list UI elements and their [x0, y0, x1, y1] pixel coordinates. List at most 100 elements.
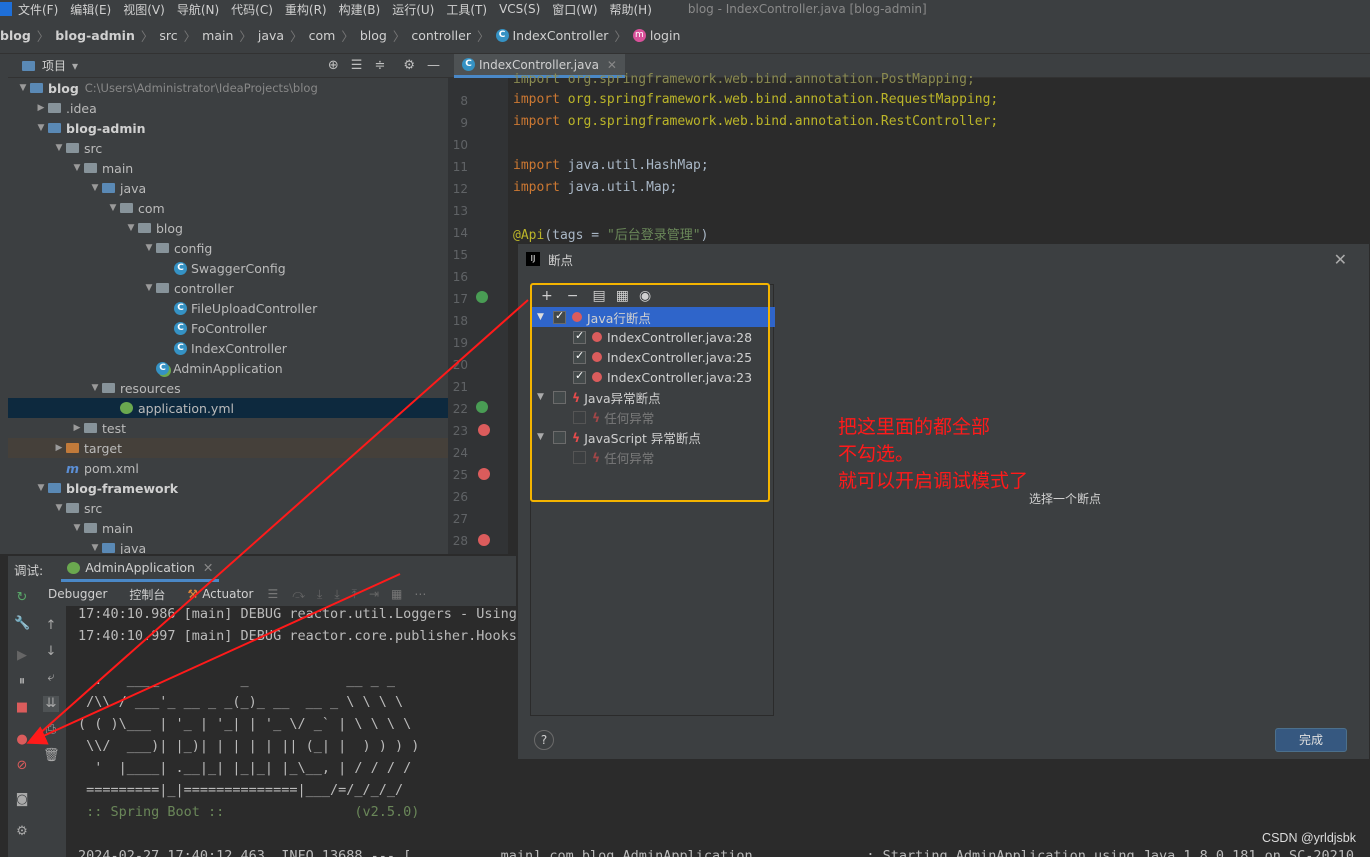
help-button[interactable]: ?: [534, 730, 554, 750]
breakpoint-group-java-line[interactable]: ▼Java行断点: [531, 307, 775, 327]
menu-vcs[interactable]: VCS(S): [499, 2, 540, 16]
tab-console[interactable]: 控制台: [129, 586, 165, 603]
tree-item[interactable]: ▼ main: [8, 518, 448, 538]
breakpoint-item[interactable]: ϟ 任何异常: [531, 407, 775, 427]
rerun-icon[interactable]: ↻: [14, 590, 30, 606]
tree-item[interactable]: ▼ blog-framework: [8, 478, 448, 498]
menu-view[interactable]: 视图(V): [123, 1, 165, 18]
debug-run-tab[interactable]: AdminApplication ✕: [61, 556, 220, 582]
trace-icon[interactable]: ⋯: [414, 587, 426, 601]
done-button[interactable]: 完成: [1275, 728, 1347, 752]
spring-bean-icon[interactable]: [476, 401, 488, 413]
breakpoint-icon[interactable]: [478, 468, 490, 480]
stop-icon[interactable]: ■: [14, 700, 30, 716]
arrow-down-icon[interactable]: ↓: [43, 644, 59, 660]
step-into-icon[interactable]: ⤓: [317, 587, 322, 602]
tree-item[interactable]: m pom.xml: [8, 458, 448, 478]
tree-item[interactable]: C FileUploadController: [8, 298, 448, 318]
menu-build[interactable]: 构建(B): [339, 1, 381, 18]
tab-actuator[interactable]: Actuator: [202, 587, 253, 601]
print-icon[interactable]: ⎙: [43, 722, 59, 738]
checkbox[interactable]: [573, 410, 586, 424]
menu-navigate[interactable]: 导航(N): [177, 1, 219, 18]
breadcrumb-class[interactable]: C IndexController: [495, 28, 608, 43]
tree-item[interactable]: ▼ java: [8, 538, 448, 555]
tree-item[interactable]: C IndexController: [8, 338, 448, 358]
checkbox[interactable]: [553, 430, 566, 444]
breadcrumb-item[interactable]: main: [202, 28, 233, 43]
breadcrumb-item[interactable]: src: [159, 28, 177, 43]
breadcrumb-item[interactable]: blog-admin: [55, 28, 135, 43]
gear-icon[interactable]: ⚙: [14, 824, 30, 840]
camera-icon[interactable]: ◙: [14, 792, 30, 808]
force-step-into-icon[interactable]: ⤓: [334, 587, 339, 602]
tree-item[interactable]: ▼ blog: [8, 218, 448, 238]
tree-item[interactable]: C AdminApplication: [8, 358, 448, 378]
checkbox[interactable]: [553, 309, 566, 324]
tree-item[interactable]: ▼ java: [8, 178, 448, 198]
close-icon[interactable]: ✕: [607, 58, 617, 72]
tree-item[interactable]: ▼ main: [8, 158, 448, 178]
tree-item-blog[interactable]: ▼ blog C:\Users\Administrator\IdeaProjects…: [8, 78, 448, 98]
locate-icon[interactable]: ⊕: [328, 58, 339, 73]
breakpoint-item[interactable]: IndexController.java:28: [531, 327, 775, 347]
menu-file[interactable]: 文件(F): [18, 1, 58, 18]
tree-item[interactable]: ▶ test: [8, 418, 448, 438]
trash-icon[interactable]: 🗑: [43, 748, 60, 764]
breadcrumb-item[interactable]: blog: [360, 28, 387, 43]
menu-run[interactable]: 运行(U): [392, 1, 434, 18]
mute-breakpoints-icon[interactable]: ⊘: [14, 758, 30, 774]
wrench-icon[interactable]: 🔧: [14, 616, 30, 632]
tree-item[interactable]: ▼ com: [8, 198, 448, 218]
breakpoint-icon[interactable]: [478, 424, 490, 436]
checkbox[interactable]: [573, 450, 586, 464]
breakpoint-icon[interactable]: [478, 534, 490, 546]
project-panel-title[interactable]: 项目: [42, 57, 66, 74]
breadcrumb-method[interactable]: m login: [632, 28, 680, 43]
menu-help[interactable]: 帮助(H): [610, 1, 652, 18]
menu-icon[interactable]: ☰: [267, 587, 278, 601]
breakpoint-group-js-exception[interactable]: ▼ ϟ JavaScript 异常断点: [531, 427, 775, 447]
group-by-file-icon[interactable]: ▦: [616, 288, 629, 304]
menu-refactor[interactable]: 重构(R): [285, 1, 327, 18]
run-to-cursor-icon[interactable]: ⇥: [369, 587, 379, 601]
minimize-icon[interactable]: —: [427, 58, 440, 73]
collapse-all-icon[interactable]: ≑: [374, 58, 385, 73]
tree-item[interactable]: ▼ src: [8, 138, 448, 158]
menu-tools[interactable]: 工具(T): [446, 1, 487, 18]
tree-item[interactable]: ▼ blog-admin: [8, 118, 448, 138]
close-icon[interactable]: ✕: [203, 560, 213, 575]
step-out-icon[interactable]: ⤒: [352, 587, 357, 602]
table-icon[interactable]: ▦: [391, 587, 402, 601]
gear-icon[interactable]: ⚙: [403, 58, 415, 73]
breadcrumb-item[interactable]: blog: [0, 28, 31, 43]
tree-item[interactable]: ▼ config: [8, 238, 448, 258]
expand-all-icon[interactable]: ☰: [351, 58, 363, 73]
tree-item[interactable]: ▼ src: [8, 498, 448, 518]
menu-code[interactable]: 代码(C): [231, 1, 273, 18]
remove-icon[interactable]: −: [567, 288, 579, 304]
soft-wrap-icon[interactable]: ⤶: [43, 670, 59, 686]
breakpoint-item[interactable]: IndexController.java:25: [531, 347, 775, 367]
tree-item[interactable]: C FoController: [8, 318, 448, 338]
resume-icon[interactable]: ▶: [14, 648, 30, 664]
menu-window[interactable]: 窗口(W): [552, 1, 597, 18]
tree-item[interactable]: ▶ target: [8, 438, 448, 458]
breakpoint-item[interactable]: ϟ 任何异常: [531, 447, 775, 467]
tree-item-selected[interactable]: application.yml: [8, 398, 448, 418]
checkbox[interactable]: [573, 349, 586, 364]
scroll-to-end-icon[interactable]: ⇊: [43, 696, 59, 712]
breadcrumb-item[interactable]: com: [309, 28, 336, 43]
group-by-class-icon[interactable]: ◉: [639, 288, 651, 304]
chevron-down-icon[interactable]: ▾: [72, 59, 78, 73]
breadcrumb-item[interactable]: java: [258, 28, 284, 43]
tree-item[interactable]: ▶ .idea: [8, 98, 448, 118]
view-breakpoints-icon[interactable]: ●: [14, 732, 30, 748]
add-icon[interactable]: +: [541, 288, 553, 304]
breadcrumb-item[interactable]: controller: [411, 28, 471, 43]
checkbox[interactable]: [553, 390, 566, 404]
tree-item[interactable]: ▼ controller: [8, 278, 448, 298]
spring-bean-icon[interactable]: [476, 291, 488, 303]
close-icon[interactable]: ✕: [1334, 250, 1347, 269]
tree-item[interactable]: ▼ resources: [8, 378, 448, 398]
